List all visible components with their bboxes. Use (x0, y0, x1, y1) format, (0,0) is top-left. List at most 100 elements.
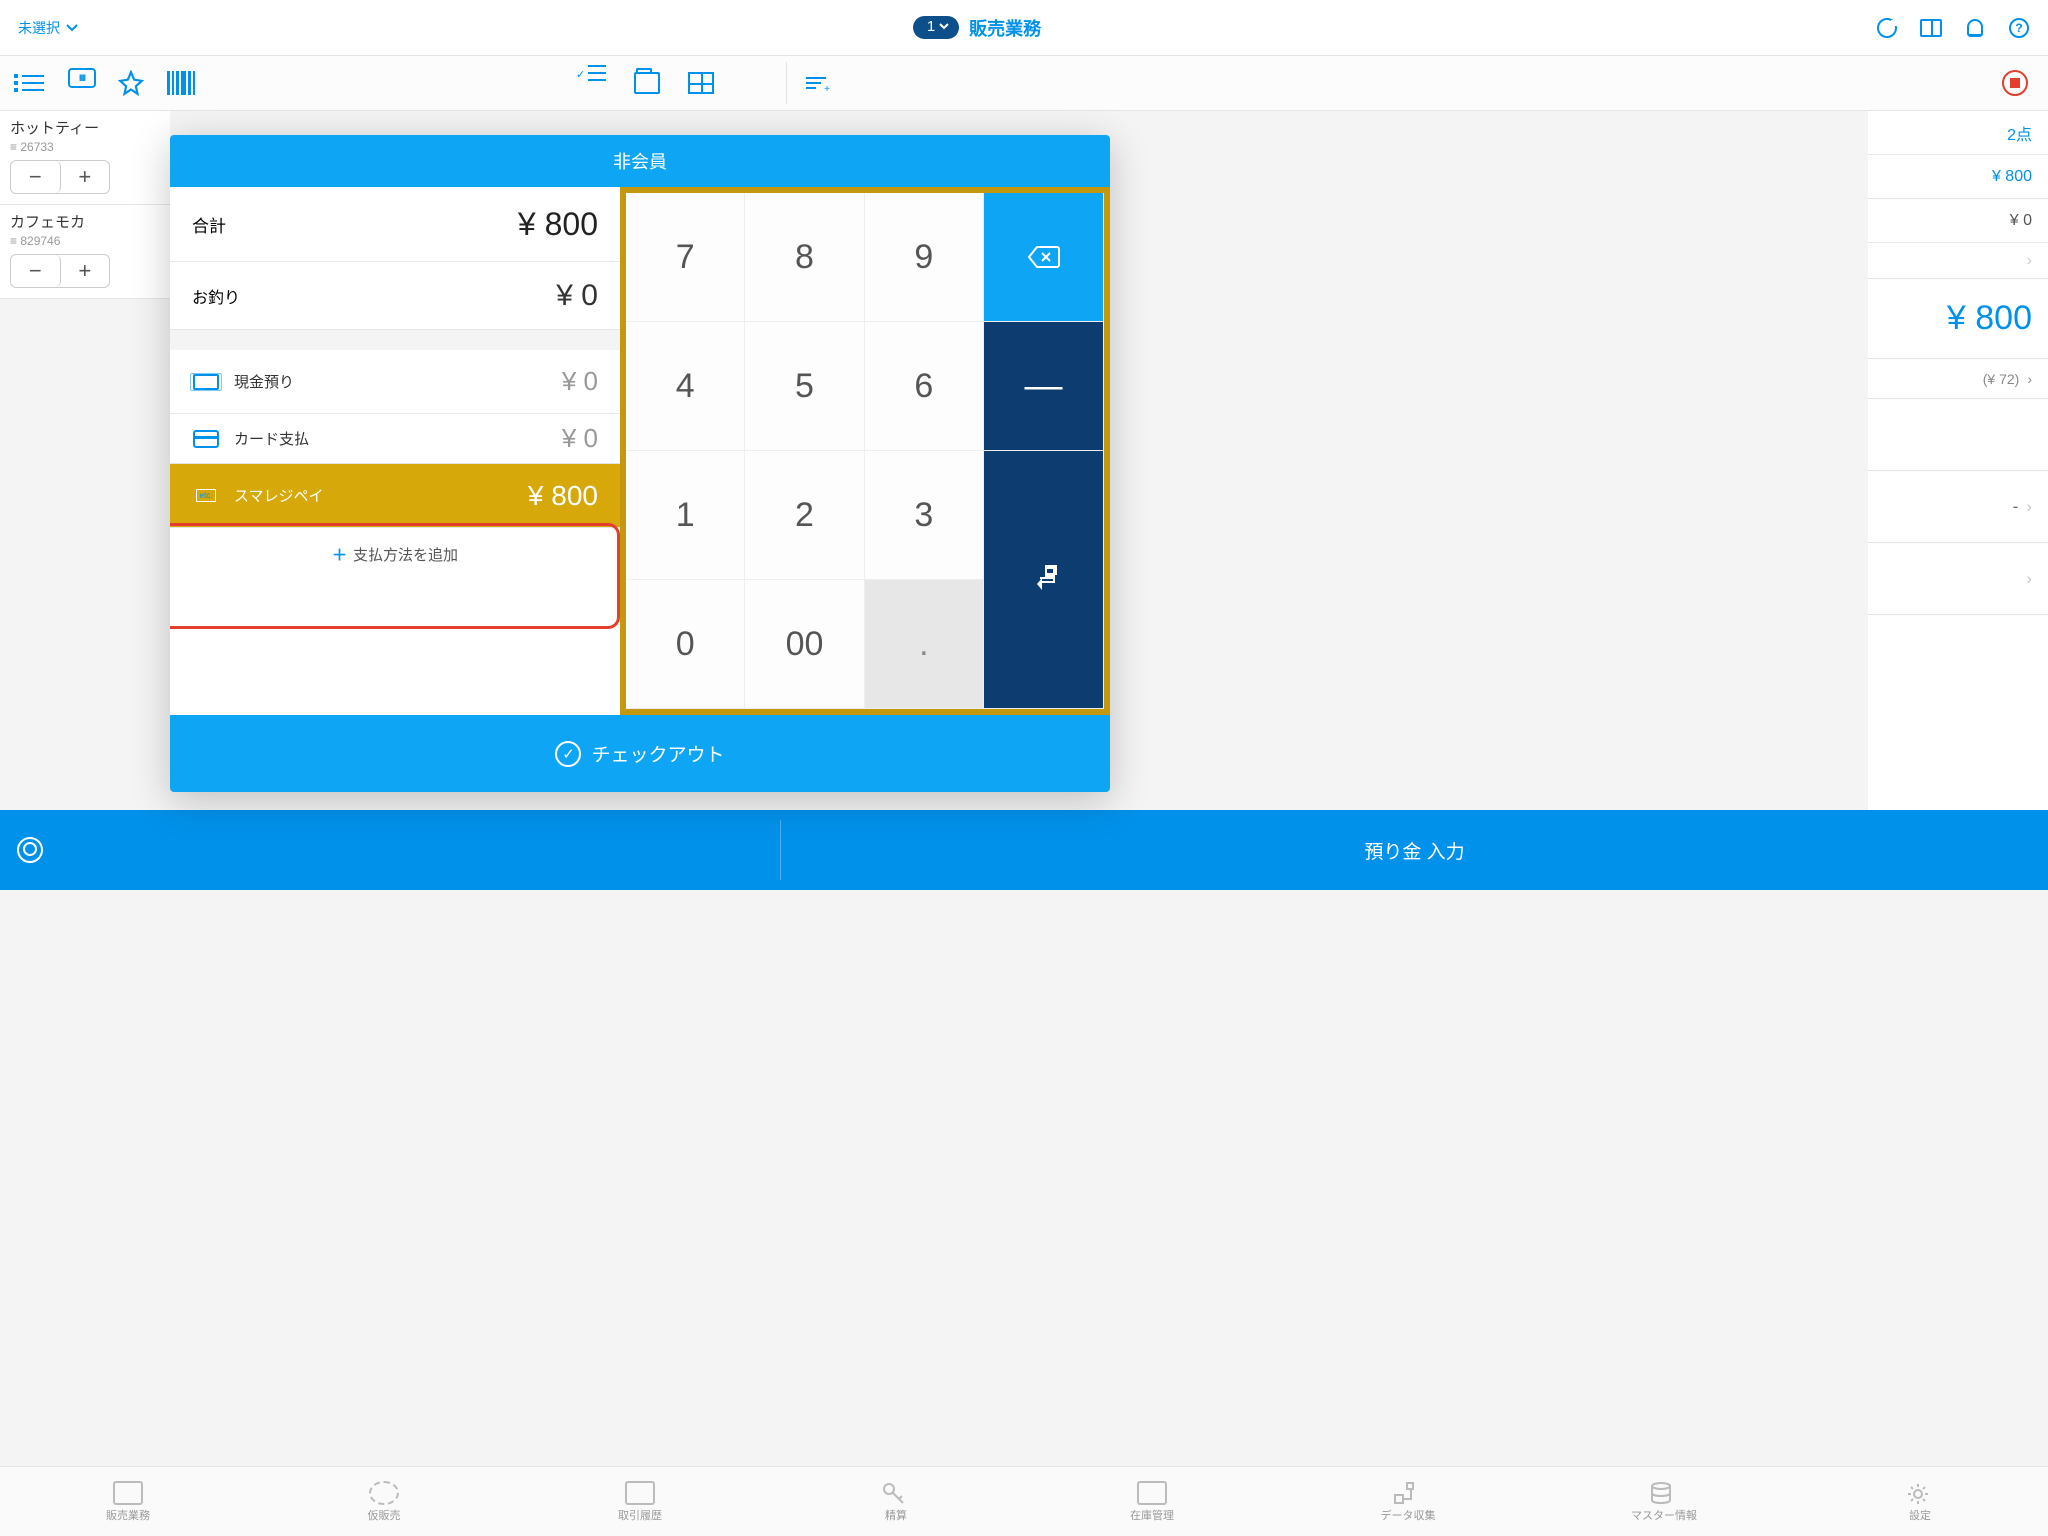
cash-label: 現金預り (234, 371, 548, 392)
total-value: ¥ 800 (518, 206, 598, 243)
discount-row[interactable]: ¥ 0 (1868, 199, 2048, 243)
list-icon[interactable] (18, 68, 48, 98)
key-5[interactable]: 5 (745, 322, 864, 451)
etc-icon: etc. (196, 489, 217, 502)
terminal-badge[interactable]: 1 (913, 16, 959, 39)
decrement-button[interactable]: − (11, 161, 61, 193)
tab-hold[interactable]: 仮販売 (256, 1467, 512, 1536)
separator (786, 62, 787, 104)
add-payment-button[interactable]: ＋ 支払方法を追加 (170, 528, 620, 580)
grid-icon[interactable] (688, 72, 714, 94)
backspace-icon (1027, 245, 1061, 269)
list-item[interactable]: カフェモカ ≡ 829746 − + (0, 205, 170, 299)
row-c[interactable]: › (1868, 543, 2048, 615)
item-name: カフェモカ (10, 211, 160, 232)
toolbar: IIII (0, 56, 2048, 111)
card-label: カード支払 (234, 428, 548, 449)
sort-add-icon[interactable] (806, 77, 826, 89)
payment-column: 合計 ¥ 800 お釣り ¥ 0 現金預り ¥ 0 カード支払 ¥ 0 etc.… (170, 187, 620, 715)
card-value: ¥ 0 (562, 423, 598, 454)
key-backspace[interactable] (984, 193, 1104, 322)
record-icon[interactable] (2002, 70, 2028, 96)
tab-stock[interactable]: 在庫管理 (1024, 1467, 1280, 1536)
total-row: ¥ 800 (1868, 279, 2048, 359)
change-row: お釣り ¥ 0 (170, 262, 620, 330)
quantity-stepper: − + (10, 160, 110, 194)
key-dot[interactable]: . (865, 580, 984, 709)
key-8[interactable]: 8 (745, 193, 864, 322)
tab-settings[interactable]: 設定 (1792, 1467, 2048, 1536)
change-label: お釣り (192, 284, 240, 308)
tax-row[interactable]: (¥ 72)› (1868, 359, 2048, 399)
hold-icon (369, 1481, 399, 1505)
refresh-icon[interactable] (1876, 17, 1898, 39)
item-code: ≡ 829746 (10, 234, 160, 248)
subtotal-row[interactable]: ¥ 800 (1868, 155, 2048, 199)
key-2[interactable]: 2 (745, 451, 864, 580)
bell-icon[interactable] (1964, 17, 1986, 39)
decrement-button[interactable]: − (11, 255, 61, 287)
barcode-icon[interactable] (166, 68, 196, 98)
camera-icon[interactable]: IIII (68, 68, 96, 88)
checkout-popup: 非会員 合計 ¥ 800 お釣り ¥ 0 現金預り ¥ 0 カード支払 ¥ 0 (170, 135, 1110, 792)
database-icon (1649, 1481, 1679, 1505)
key-9[interactable]: 9 (865, 193, 984, 322)
tab-settle[interactable]: 精算 (768, 1467, 1024, 1536)
key-4[interactable]: 4 (626, 322, 745, 451)
cash-payment-row[interactable]: 現金預り ¥ 0 (170, 350, 620, 414)
key-1[interactable]: 1 (626, 451, 745, 580)
item-code: ≡ 26733 (10, 140, 160, 154)
deposit-input-button[interactable]: 預り金 入力 (781, 837, 2048, 864)
panel-icon[interactable] (1920, 17, 1942, 39)
top-left-selector[interactable]: 未選択 (18, 18, 78, 38)
tab-master[interactable]: マスター情報 (1536, 1467, 1792, 1536)
help-icon[interactable]: ? (2008, 17, 2030, 39)
total-row: 合計 ¥ 800 (170, 187, 620, 262)
user-icon (17, 837, 43, 863)
card-payment-row[interactable]: カード支払 ¥ 0 (170, 414, 620, 464)
change-value: ¥ 0 (556, 279, 598, 313)
tab-sales[interactable]: 販売業務 (0, 1467, 256, 1536)
item-name: ホットティー (10, 117, 160, 138)
cash-icon (193, 374, 219, 390)
key-3[interactable]: 3 (865, 451, 984, 580)
tab-history[interactable]: 取引履歴 (512, 1467, 768, 1536)
checklist-icon[interactable] (580, 72, 606, 94)
chevron-row[interactable]: › (1868, 243, 2048, 279)
key-6[interactable]: 6 (865, 322, 984, 451)
row-b[interactable]: -› (1868, 471, 2048, 543)
key-0[interactable]: 0 (626, 580, 745, 709)
enter-icon (1030, 564, 1058, 596)
register-icon (113, 1481, 143, 1505)
key-00[interactable]: 00 (745, 580, 864, 709)
smaregi-payment-row[interactable]: etc. スマレジペイ ¥ 800 (170, 464, 620, 528)
bottom-action-bar: 預り金 入力 (0, 810, 2048, 890)
key-7[interactable]: 7 (626, 193, 745, 322)
smaregi-label: スマレジペイ (234, 485, 514, 506)
smaregi-value: ¥ 800 (528, 480, 598, 512)
user-button[interactable] (0, 837, 60, 863)
key-minus[interactable]: — (984, 322, 1104, 451)
checkout-button[interactable]: ✓ チェックアウト (170, 715, 1110, 792)
key-enter[interactable] (984, 451, 1104, 709)
total-label: 合計 (192, 212, 226, 237)
item-count[interactable]: 2点 (1868, 111, 2048, 155)
star-icon[interactable] (116, 68, 146, 98)
card-icon (193, 430, 219, 448)
increment-button[interactable]: + (61, 161, 110, 193)
increment-button[interactable]: + (61, 255, 110, 287)
selector-label: 未選択 (18, 18, 60, 38)
top-right-icons: ? (1876, 17, 2030, 39)
quantity-stepper: − + (10, 254, 110, 288)
top-center: 1 販売業務 (913, 15, 1041, 41)
folder-icon[interactable] (634, 72, 660, 94)
tab-data[interactable]: データ収集 (1280, 1467, 1536, 1536)
page-title: 販売業務 (969, 15, 1041, 41)
row-a[interactable] (1868, 399, 2048, 471)
chevron-down-icon (939, 23, 949, 30)
list-item[interactable]: ホットティー ≡ 26733 − + (0, 111, 170, 205)
key-icon (881, 1481, 911, 1505)
check-icon: ✓ (555, 741, 581, 767)
popup-header[interactable]: 非会員 (170, 135, 1110, 187)
keypad: 7 8 9 4 5 6 — 1 2 3 (620, 187, 1110, 715)
